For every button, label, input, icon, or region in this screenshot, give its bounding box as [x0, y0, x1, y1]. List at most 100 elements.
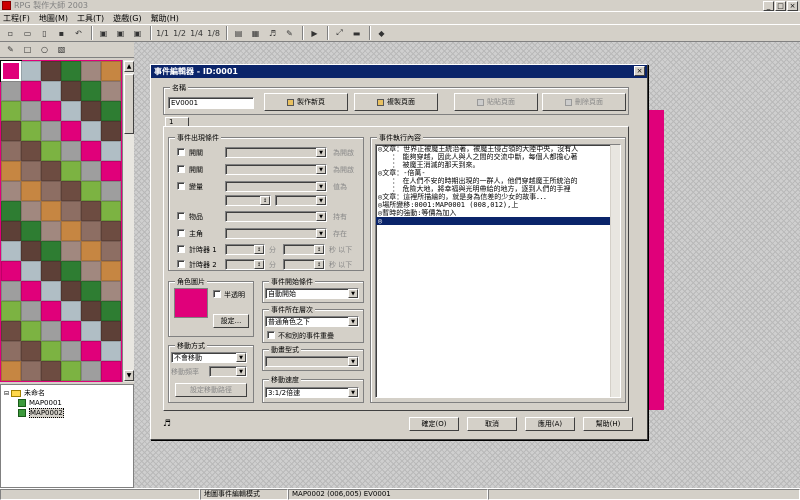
palette-tile[interactable] — [41, 361, 61, 381]
tree-map-item[interactable]: MAP0002 — [4, 408, 130, 418]
timer2-checkbox[interactable] — [177, 260, 185, 268]
command-list-scrollbar[interactable] — [610, 145, 620, 397]
timer1-sec[interactable]: ↕ — [283, 244, 325, 255]
move-route-button[interactable]: 設定移動路徑 — [175, 383, 247, 397]
command-line[interactable]: ： 能夠穿越，因此人與人之間的交流中斷，每個人都擔心著 — [376, 153, 620, 161]
layer-select[interactable]: 普通角色之下 ▼ — [265, 316, 359, 327]
command-line[interactable]: ◎文章：世界正被魔王統治著，被魔王侵占領的大陸中央，沒有人 — [376, 145, 620, 153]
palette-tile[interactable] — [61, 101, 81, 121]
tree-root[interactable]: ⊟ 未命名 — [4, 388, 130, 398]
palette-tile[interactable] — [101, 101, 121, 121]
palette-tile[interactable] — [81, 181, 101, 201]
scroll-up-arrow[interactable]: ▲ — [124, 61, 134, 72]
palette-tile[interactable] — [1, 221, 21, 241]
lower-layer-icon[interactable]: ▣ — [96, 26, 111, 40]
palette-tile[interactable] — [81, 261, 101, 281]
palette-tile[interactable] — [21, 61, 41, 81]
palette-tile[interactable] — [81, 141, 101, 161]
palette-tile[interactable] — [41, 221, 61, 241]
palette-tile[interactable] — [21, 221, 41, 241]
palette-tile[interactable] — [81, 221, 101, 241]
command-line[interactable]: ： 危險大地，將幸福與光明帶給的地方，逐到人們的手裡 — [376, 185, 620, 193]
palette-tile[interactable] — [41, 301, 61, 321]
palette-tile[interactable] — [1, 141, 21, 161]
palette-tile[interactable] — [1, 181, 21, 201]
palette-tile[interactable] — [41, 261, 61, 281]
palette-tile[interactable] — [101, 181, 121, 201]
palette-tile[interactable] — [1, 121, 21, 141]
material-icon[interactable]: ▦ — [248, 26, 263, 40]
palette-tile[interactable] — [61, 61, 81, 81]
palette-tile[interactable] — [61, 221, 81, 241]
save-icon[interactable]: ▪ — [54, 26, 69, 40]
zoom-1-2-button[interactable]: 1/2 — [172, 26, 187, 40]
animation-select[interactable]: ▼ — [265, 356, 359, 367]
palette-tile[interactable] — [41, 341, 61, 361]
item-select[interactable]: ▼ — [225, 211, 327, 222]
collapse-icon[interactable]: ⊟ — [4, 390, 9, 397]
palette-tile[interactable] — [41, 81, 61, 101]
scroll-thumb[interactable] — [124, 74, 134, 134]
zoom-1-1-button[interactable]: 1/1 — [155, 26, 170, 40]
palette-tile[interactable] — [101, 341, 121, 361]
palette-tile[interactable] — [81, 341, 101, 361]
new-project-icon[interactable]: ▫ — [3, 26, 18, 40]
help-book-icon[interactable]: ◆ — [374, 26, 389, 40]
palette-tile[interactable] — [61, 341, 81, 361]
palette-tile[interactable] — [61, 301, 81, 321]
hero-checkbox[interactable] — [177, 229, 185, 237]
upper-layer-icon[interactable]: ▣ — [113, 26, 128, 40]
help-button[interactable]: 幫助(H) — [583, 417, 633, 431]
palette-tile[interactable] — [81, 81, 101, 101]
map-visible-area[interactable] — [648, 110, 664, 410]
palette-tile[interactable] — [81, 281, 101, 301]
palette-tile[interactable] — [1, 161, 21, 181]
command-line[interactable]: ◎場所變移:0001:MAP0001 (008,012),上 — [376, 201, 620, 209]
palette-tile[interactable] — [61, 81, 81, 101]
dialog-close-button[interactable]: × — [634, 66, 645, 76]
palette-tile[interactable] — [101, 141, 121, 161]
palette-tile[interactable] — [61, 161, 81, 181]
switch1-select[interactable]: ▼ — [225, 147, 327, 158]
close-button[interactable]: × — [787, 1, 798, 11]
palette-tile[interactable] — [41, 181, 61, 201]
music-icon[interactable]: ♬ — [265, 26, 280, 40]
command-line[interactable]: ◎文章：這裡所描繪的，就是身為信差的少女的故事．．． — [376, 193, 620, 201]
palette-tile[interactable] — [61, 241, 81, 261]
cancel-button[interactable]: 取消 — [467, 417, 517, 431]
palette-tile[interactable] — [81, 201, 101, 221]
palette-tile[interactable] — [61, 121, 81, 141]
apply-button[interactable]: 應用(A) — [525, 417, 575, 431]
palette-tile[interactable] — [101, 161, 121, 181]
open-project-icon[interactable]: ▭ — [20, 26, 35, 40]
palette-tile[interactable] — [81, 321, 101, 341]
palette-tile[interactable] — [1, 241, 21, 261]
timer1-min[interactable]: ↕ — [225, 244, 265, 255]
menu-item[interactable]: 工具(T) — [77, 13, 104, 24]
menu-item[interactable]: 遊戲(G) — [113, 13, 141, 24]
variable-select[interactable]: ▼ — [225, 181, 327, 192]
circle-icon[interactable]: ○ — [37, 43, 52, 57]
variable-compare[interactable]: ▼ — [275, 195, 327, 206]
zoom-1-8-button[interactable]: 1/8 — [206, 26, 221, 40]
menu-item[interactable]: 工程(F) — [3, 13, 30, 24]
paste-page-button[interactable]: 貼貼頁面 — [454, 93, 538, 111]
palette-tile[interactable] — [21, 241, 41, 261]
palette-tile[interactable] — [61, 321, 81, 341]
palette-tile[interactable] — [101, 61, 121, 81]
command-line[interactable]: ◎文章：-倍萬- — [376, 169, 620, 177]
title-screen-icon[interactable]: ▬ — [349, 26, 364, 40]
palette-tile[interactable] — [41, 121, 61, 141]
palette-tile[interactable] — [61, 181, 81, 201]
speed-select[interactable]: 3:1/2倍速 ▼ — [265, 387, 359, 398]
palette-tile[interactable] — [1, 101, 21, 121]
palette-tile[interactable] — [1, 81, 21, 101]
copy-page-button[interactable]: 複製頁面 — [354, 93, 438, 111]
palette-tile[interactable] — [101, 201, 121, 221]
palette-tile[interactable] — [21, 141, 41, 161]
event-name-input[interactable]: EV0001 — [168, 97, 254, 109]
frequency-select[interactable]: ▼ — [209, 366, 247, 377]
set-graphic-button[interactable]: 設定... — [213, 314, 249, 328]
palette-tile[interactable] — [21, 161, 41, 181]
play-test-icon[interactable]: ▶ — [307, 26, 322, 40]
